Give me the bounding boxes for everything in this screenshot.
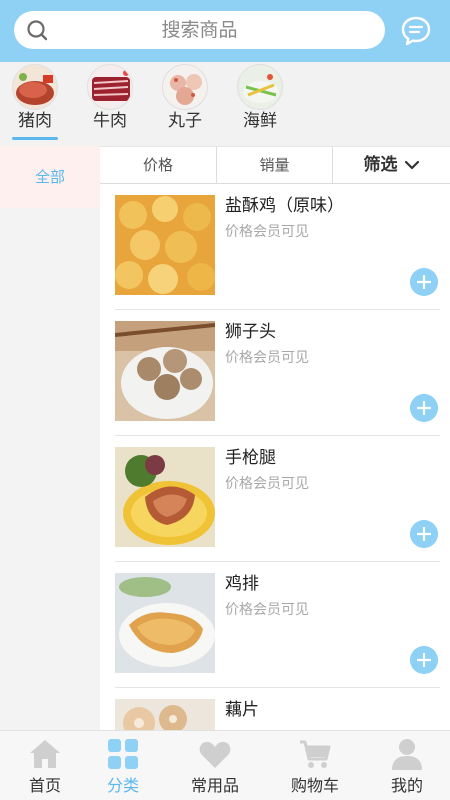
product-image [115,195,215,295]
tab-profile[interactable]: 我的 [362,731,450,800]
category-thumbnail [162,64,208,110]
message-icon[interactable] [400,15,432,47]
top-bar: 搜索商品 [0,0,450,62]
product-image [115,573,215,673]
product-image [115,321,215,421]
tab-label: 分类 [106,776,139,795]
product-name: 藕片 [225,700,259,720]
product-image [115,699,215,730]
product-name: 盐酥鸡（原味） [225,196,344,216]
product-price: 价格会员可见 [225,224,309,240]
bottom-tab-bar: 首页 分类 常用品 购物车 我的 [0,730,450,800]
category-label: 牛肉 [93,111,127,131]
product-item[interactable]: 鸡排 价格会员可见 [100,562,450,688]
category-thumbnail [87,64,133,110]
tab-favorites[interactable]: 常用品 [170,731,260,800]
product-item[interactable]: 手枪腿 价格会员可见 [100,436,450,562]
add-to-cart-button[interactable] [410,394,438,422]
search-input[interactable]: 搜索商品 [14,11,385,49]
product-item[interactable]: 盐酥鸡（原味） 价格会员可见 [100,184,450,310]
tab-home[interactable]: 首页 [0,731,90,800]
tab-category[interactable]: 分类 [78,731,168,800]
product-price: 价格会员可见 [225,476,309,492]
category-thumbnail [237,64,283,110]
category-icon [108,739,138,769]
tab-cart[interactable]: 购物车 [270,731,360,800]
sidebar: 全部 [0,146,100,730]
sidebar-item-all[interactable]: 全部 [0,146,100,208]
category-tab-beef[interactable]: 牛肉 [80,64,140,144]
tab-label: 常用品 [190,776,239,795]
category-tab-pork[interactable]: 猪肉 [5,64,65,144]
add-to-cart-button[interactable] [410,268,438,296]
product-price: 价格会员可见 [225,350,309,366]
product-name: 鸡排 [225,574,259,594]
category-thumbnail [12,64,58,110]
add-to-cart-button[interactable] [410,646,438,674]
sort-bar: 价格 销量 筛选 [100,146,450,184]
tab-label: 购物车 [290,776,339,795]
sort-by-price-button[interactable]: 价格 [100,147,217,184]
filter-label: 筛选 [363,155,398,175]
active-category-indicator [12,137,58,140]
filter-button[interactable]: 筛选 [333,147,450,184]
sort-by-sales-button[interactable]: 销量 [217,147,333,184]
category-label: 海鲜 [243,111,277,131]
add-to-cart-button[interactable] [410,520,438,548]
tab-label: 我的 [390,776,423,795]
category-tab-seafood[interactable]: 海鲜 [230,64,290,144]
category-tab-meatballs[interactable]: 丸子 [155,64,215,144]
home-icon [30,740,60,768]
product-name: 狮子头 [225,322,276,342]
cart-icon [300,740,331,768]
search-placeholder: 搜索商品 [161,19,238,41]
product-item[interactable]: 狮子头 价格会员可见 [100,310,450,436]
tab-label: 首页 [28,776,61,795]
product-image [115,447,215,547]
category-label: 丸子 [168,111,202,131]
heart-icon [199,741,231,768]
product-list: 盐酥鸡（原味） 价格会员可见 狮子头 价格会员可见 手枪腿 价格会员可见 鸡排 … [100,184,450,730]
product-name: 手枪腿 [225,448,276,468]
product-item[interactable]: 藕片 [100,688,450,730]
category-label: 猪肉 [18,111,52,131]
product-price: 价格会员可见 [225,602,309,618]
user-icon [392,739,422,770]
category-strip: 猪肉 牛肉 丸子 海鲜 [0,62,450,146]
chevron-down-icon [404,160,419,170]
